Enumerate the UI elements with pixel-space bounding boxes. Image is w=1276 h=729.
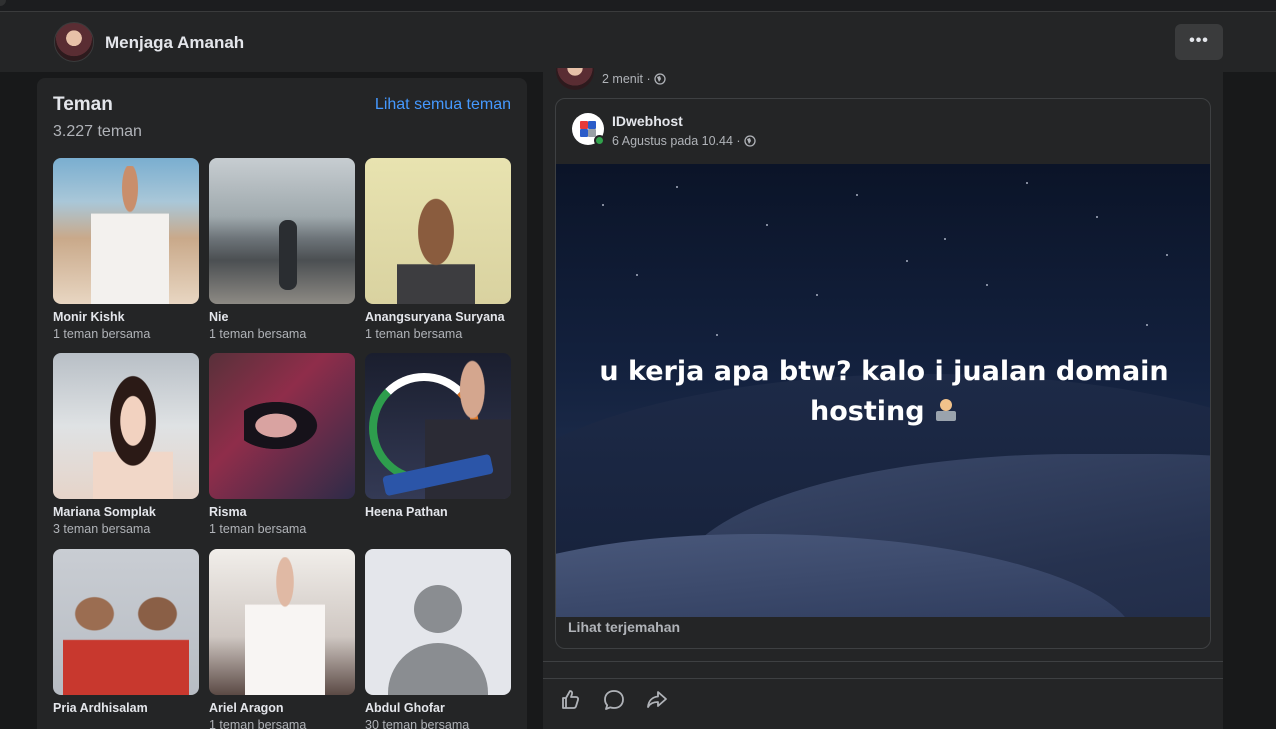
divider xyxy=(543,678,1223,679)
friend-photo[interactable] xyxy=(365,353,511,499)
friend-photo[interactable] xyxy=(53,549,199,695)
post-time-text[interactable]: 2 menit · xyxy=(602,72,651,86)
shared-date-text[interactable]: 6 Agustus pada 10.44 · xyxy=(612,134,741,148)
profile-header-bar: Menjaga Amanah ••• xyxy=(0,12,1276,72)
friend-mutual: 1 teman bersama xyxy=(365,327,463,341)
friend-card[interactable]: Pria Ardhisalam xyxy=(53,549,199,718)
friend-name[interactable]: Abdul Ghofar xyxy=(365,701,511,715)
see-translation-link[interactable]: Lihat terjemahan xyxy=(568,619,680,635)
friend-name[interactable]: Ariel Aragon xyxy=(209,701,355,715)
friends-title[interactable]: Teman xyxy=(53,94,113,116)
friend-name[interactable]: Heena Pathan xyxy=(365,505,511,519)
friend-card[interactable]: Abdul Ghofar 30 teman bersama xyxy=(365,549,511,729)
friend-mutual: 1 teman bersama xyxy=(209,718,307,729)
share-icon[interactable] xyxy=(643,686,671,714)
friend-card[interactable]: Ariel Aragon 1 teman bersama xyxy=(209,549,355,729)
friend-photo[interactable] xyxy=(209,158,355,304)
friend-mutual: 3 teman bersama xyxy=(53,522,151,536)
friend-photo[interactable] xyxy=(209,549,355,695)
friend-name[interactable]: Risma xyxy=(209,505,355,519)
post-card: 2 menit · IDwebhost 6 Agustus pada 10.44… xyxy=(543,68,1223,729)
friend-photo[interactable] xyxy=(53,158,199,304)
friend-name[interactable]: Mariana Somplak xyxy=(53,505,199,519)
friend-name[interactable]: Anangsuryana Suryana xyxy=(365,310,511,324)
friend-photo[interactable] xyxy=(53,353,199,499)
profile-name[interactable]: Menjaga Amanah xyxy=(105,33,244,53)
friend-name[interactable]: Monir Kishk xyxy=(53,310,199,324)
more-options-button[interactable]: ••• xyxy=(1175,24,1223,60)
shared-post-date[interactable]: 6 Agustus pada 10.44 · xyxy=(612,134,756,148)
friend-photo[interactable] xyxy=(209,353,355,499)
post-author-avatar[interactable] xyxy=(556,68,594,90)
friend-card[interactable]: Anangsuryana Suryana 1 teman bersama xyxy=(365,158,511,341)
friend-mutual: 1 teman bersama xyxy=(209,327,307,341)
top-strip xyxy=(0,0,1276,12)
friend-mutual: 1 teman bersama xyxy=(209,522,307,536)
friend-mutual: 30 teman bersama xyxy=(365,718,470,729)
post-timestamp[interactable]: 2 menit · xyxy=(602,72,666,86)
shared-post[interactable]: IDwebhost 6 Agustus pada 10.44 · u kerja… xyxy=(555,98,1211,649)
post-text-content: u kerja apa btw? kalo i jualan domain ho… xyxy=(599,356,1169,427)
page-right-margin xyxy=(1223,72,1276,729)
friend-photo[interactable] xyxy=(365,158,511,304)
friend-card[interactable]: Nie 1 teman bersama xyxy=(209,158,355,341)
friend-name[interactable]: Nie xyxy=(209,310,355,324)
friends-card: Teman Lihat semua teman 3.227 teman Moni… xyxy=(37,78,527,729)
friend-mutual: 1 teman bersama xyxy=(53,327,151,341)
shared-page-name[interactable]: IDwebhost xyxy=(612,113,683,129)
friend-card[interactable]: Heena Pathan xyxy=(365,353,511,522)
friend-name[interactable]: Pria Ardhisalam xyxy=(53,701,199,715)
technologist-emoji-icon xyxy=(934,399,958,423)
friends-count: 3.227 teman xyxy=(53,123,142,140)
comment-icon[interactable] xyxy=(600,686,628,714)
globe-icon xyxy=(654,73,666,85)
default-avatar-photo[interactable] xyxy=(365,549,511,695)
friend-card[interactable]: Monir Kishk 1 teman bersama xyxy=(53,158,199,341)
friend-card[interactable]: Risma 1 teman bersama xyxy=(209,353,355,536)
post-background-image[interactable]: u kerja apa btw? kalo i jualan domain ho… xyxy=(556,164,1210,617)
friend-card[interactable]: Mariana Somplak 3 teman bersama xyxy=(53,353,199,536)
globe-icon xyxy=(744,135,756,147)
post-text: u kerja apa btw? kalo i jualan domain ho… xyxy=(596,352,1172,432)
divider xyxy=(543,661,1223,662)
see-all-friends-link[interactable]: Lihat semua teman xyxy=(375,96,511,114)
like-icon[interactable] xyxy=(556,686,584,714)
profile-avatar[interactable] xyxy=(54,22,94,62)
online-status-dot xyxy=(594,135,605,146)
